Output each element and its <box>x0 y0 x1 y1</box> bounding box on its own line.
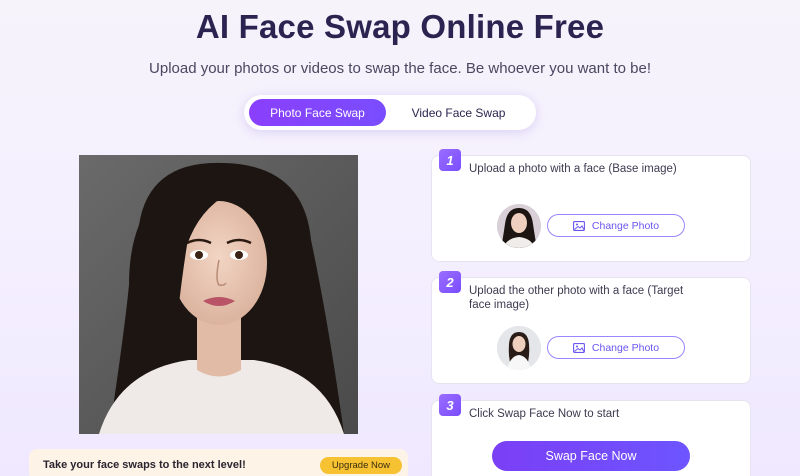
step-number-badge: 3 <box>439 394 461 416</box>
step-2-instruction: Upload the other photo with a face (Targ… <box>469 285 684 311</box>
step-1-instruction: Upload a photo with a face (Base image) <box>469 163 677 175</box>
swap-face-now-button[interactable]: Swap Face Now <box>492 441 690 471</box>
page-subtitle: Upload your photos or videos to swap the… <box>149 60 651 77</box>
tab-photo-face-swap[interactable]: Photo Face Swap <box>249 99 386 126</box>
step-2-card: 2 Upload the other photo with a face (Ta… <box>431 271 751 384</box>
image-icon <box>572 220 585 231</box>
upgrade-now-button[interactable]: Upgrade Now <box>319 456 402 474</box>
step-1-card: 1 Upload a photo with a face (Base image… <box>431 149 751 262</box>
image-icon <box>572 342 585 353</box>
change-photo-button-1[interactable]: Change Photo <box>547 214 685 237</box>
step-number-badge: 1 <box>439 149 461 171</box>
mode-tabs: Photo Face Swap Video Face Swap <box>244 95 536 130</box>
base-photo-preview <box>79 155 358 434</box>
change-photo-label: Change Photo <box>591 219 660 232</box>
page-title: AI Face Swap Online Free <box>195 8 605 45</box>
upgrade-banner: Take your face swaps to the next level! … <box>29 449 408 476</box>
base-image-thumbnail <box>497 204 541 248</box>
step-3-instruction: Click Swap Face Now to start <box>469 408 620 420</box>
change-photo-label: Change Photo <box>591 341 660 354</box>
change-photo-button-2[interactable]: Change Photo <box>547 336 685 359</box>
banner-text: Take your face swaps to the next level! <box>43 459 246 471</box>
step-number-badge: 2 <box>439 271 461 293</box>
step-3-card: 3 Click Swap Face Now to start Swap Face… <box>431 394 751 476</box>
tab-video-face-swap[interactable]: Video Face Swap <box>386 99 531 126</box>
target-image-thumbnail <box>497 326 541 370</box>
